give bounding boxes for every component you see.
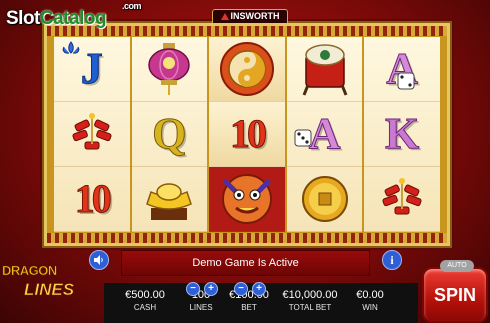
yin-yang-icon <box>219 42 274 96</box>
lines-plus-button[interactable]: + <box>204 282 218 296</box>
reel-2: Q <box>131 37 208 232</box>
win-display: €0.00 WIN <box>350 289 390 313</box>
cash-display: €500.00 CASH <box>114 289 176 313</box>
reel-3-cell-2: 10 <box>209 102 285 167</box>
watermark-dotcom: .com <box>122 1 142 11</box>
card-symbol-10-reel3: 10 <box>229 111 267 156</box>
reel-5-cell-2: K <box>364 102 440 167</box>
lines-minus-button[interactable]: − <box>186 282 200 296</box>
bet-minus-button[interactable]: − <box>234 282 248 296</box>
speaker-icon <box>94 255 103 265</box>
autoplay-button[interactable]: AUTO <box>440 260 474 272</box>
frame-fret-top <box>47 26 447 36</box>
reel-1-cell-1: J <box>54 37 130 102</box>
reel-frame: J 10 Q 10 A A K <box>42 21 452 248</box>
stats-bar: €500.00 CASH − + 100 LINES − + €100.00 B… <box>104 282 418 323</box>
reels: J 10 Q 10 A A K <box>54 37 440 232</box>
card-symbol-k: K <box>385 109 420 158</box>
drum-icon <box>302 44 347 96</box>
cash-label: CASH <box>133 303 157 312</box>
info-button[interactable]: i <box>382 250 402 270</box>
total-bet-label: TOTAL BET <box>288 303 332 312</box>
reel-3: 10 <box>209 37 285 232</box>
win-label: WIN <box>362 303 378 312</box>
reel-3-cell-3 <box>209 167 285 232</box>
watermark-catalog: Catalog <box>39 8 107 29</box>
card-symbol-q: Q <box>152 109 187 158</box>
firecrackers-icon <box>382 178 422 215</box>
lines-label: LINES <box>189 303 213 312</box>
reel-2-cell-2: Q <box>131 102 208 167</box>
site-watermark: SlotCatalog .com <box>6 1 142 30</box>
card-symbol-j: J <box>80 44 103 93</box>
card-symbol-a: A <box>308 109 341 158</box>
total-bet-value: €10,000.00 <box>282 289 338 301</box>
reel-1: J 10 <box>54 37 130 232</box>
bet-plus-button[interactable]: + <box>252 282 266 296</box>
bet-label: BET <box>241 303 257 312</box>
reel-4-cell-1 <box>286 37 363 102</box>
slot-game-screen: SlotCatalog .com INSWORTH J 10 Q 10 A A … <box>0 0 490 323</box>
reel-4: A <box>286 37 363 232</box>
reel-2-cell-3 <box>131 167 208 232</box>
win-value: €0.00 <box>356 289 384 301</box>
reel-1-cell-2 <box>54 102 130 167</box>
lines-display: − + 100 LINES <box>184 282 218 313</box>
reel-5-cell-1: A <box>364 37 440 102</box>
provider-tab: INSWORTH <box>212 9 288 23</box>
reel-5-cell-3 <box>364 167 440 232</box>
provider-logo-icon <box>220 13 229 20</box>
game-logo-line2: LINES <box>24 280 75 300</box>
bet-display: − + €100.00 BET <box>222 282 276 313</box>
total-bet-display: €10,000.00 TOTAL BET <box>276 289 344 313</box>
reel-4-cell-2: A <box>286 102 363 167</box>
reel-1-cell-3: 10 <box>54 167 130 232</box>
spin-button[interactable]: SPIN <box>422 267 488 323</box>
watermark-slot: Slot <box>6 8 40 29</box>
provider-name: INSWORTH <box>230 11 280 21</box>
game-logo-line1: DRAGON <box>2 263 58 279</box>
spin-controls: SPIN AUTO <box>420 257 488 323</box>
bet-value: €100.00 <box>229 289 269 301</box>
reel-4-cell-3 <box>286 167 363 232</box>
lantern-icon <box>148 43 191 95</box>
sound-button[interactable] <box>89 250 109 270</box>
game-logo: DRAGON LINES <box>2 258 90 316</box>
reel-5: A K <box>364 37 440 232</box>
card-symbol-10: 10 <box>74 176 112 221</box>
dice-icon <box>397 72 415 90</box>
fleur-de-lis-icon <box>62 41 80 54</box>
dice-icon <box>294 129 312 147</box>
status-message: Demo Game Is Active <box>121 250 370 276</box>
reel-3-cell-1 <box>209 37 285 102</box>
dragon-icon <box>221 174 272 224</box>
firecrackers-icon <box>72 113 112 150</box>
gold-ingot-icon <box>146 183 193 220</box>
gold-coin-icon <box>301 176 348 222</box>
frame-fret-bottom <box>47 233 447 243</box>
cash-value: €500.00 <box>125 289 165 301</box>
reel-2-cell-1 <box>131 37 208 102</box>
